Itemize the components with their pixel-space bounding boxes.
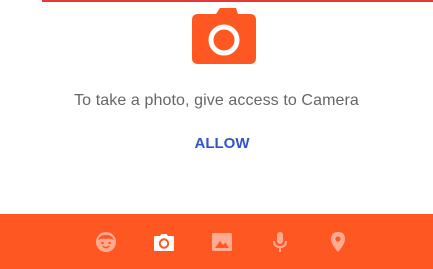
bottom-tab-bar: [0, 214, 433, 269]
camera-icon: [192, 8, 256, 64]
microphone-icon: [273, 232, 287, 252]
emoji-icon: [96, 232, 116, 252]
location-pin-icon: [331, 232, 345, 252]
permission-message: To take a photo, give access to Camera: [74, 92, 359, 109]
tab-voice[interactable]: [269, 231, 291, 253]
allow-button[interactable]: ALLOW: [182, 130, 262, 158]
top-accent-line: [42, 0, 433, 2]
tab-gallery[interactable]: [211, 231, 233, 253]
gallery-icon: [212, 233, 232, 251]
tab-camera[interactable]: [153, 231, 175, 253]
camera-icon: [154, 234, 174, 251]
tab-emoji[interactable]: [95, 231, 117, 253]
tab-location[interactable]: [327, 231, 349, 253]
